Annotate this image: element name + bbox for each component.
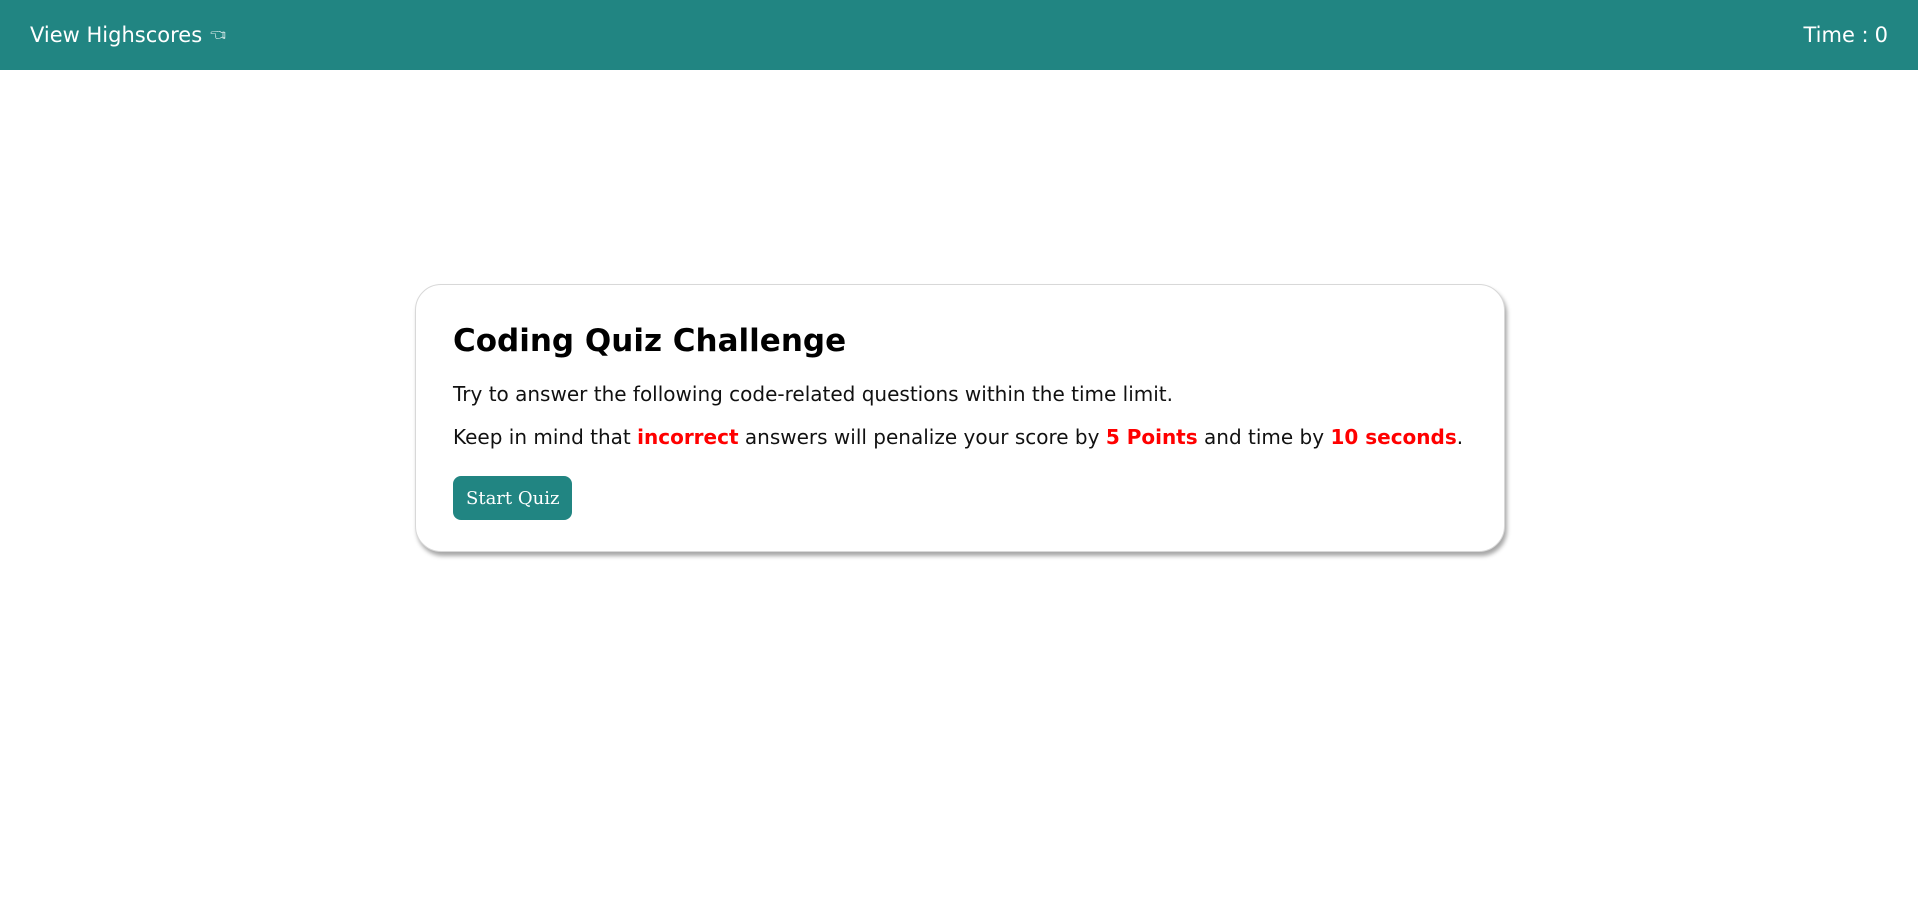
start-quiz-button[interactable]: Start Quiz — [453, 476, 573, 521]
incorrect-highlight: incorrect — [637, 425, 739, 450]
penalty-conjunction: and time by — [1197, 425, 1331, 450]
quiz-title: Coding Quiz Challenge — [453, 323, 847, 359]
penalty-suffix: . — [1456, 425, 1464, 450]
timer-label: Time : — [1803, 23, 1869, 47]
timer-value: 0 — [1874, 23, 1888, 47]
view-highscores-label: View Highscores — [30, 23, 203, 47]
penalty-notice: Keep in mind that incorrect answers will… — [453, 425, 1468, 449]
points-penalty-highlight: 5 Points — [1105, 425, 1198, 450]
timer: Time : 0 — [1803, 23, 1888, 47]
time-penalty-highlight: 10 seconds — [1330, 425, 1457, 450]
top-bar: View Highscores 👈︎ Time : 0 — [0, 0, 1918, 70]
view-highscores-link[interactable]: View Highscores 👈︎ — [30, 21, 227, 48]
quiz-instructions: Try to answer the following code-related… — [453, 382, 1173, 407]
penalty-prefix: Keep in mind that — [453, 425, 638, 450]
quiz-intro-card: Coding Quiz Challenge Try to answer the … — [415, 284, 1505, 552]
penalty-middle: answers will penalize your score by — [738, 425, 1106, 450]
pointing-hand-icon: 👈︎ — [210, 21, 227, 46]
